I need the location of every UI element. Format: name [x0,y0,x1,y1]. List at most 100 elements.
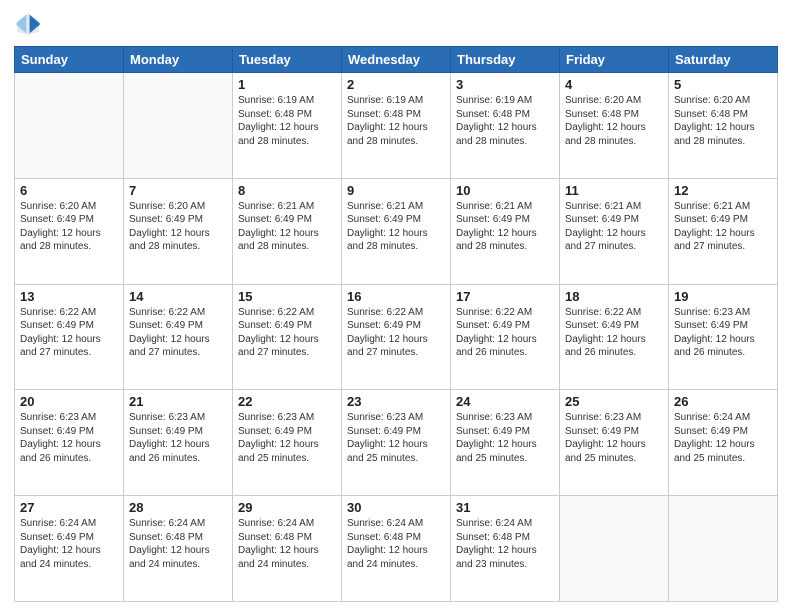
day-info: Sunrise: 6:19 AM Sunset: 6:48 PM Dayligh… [347,94,445,148]
day-number: 14 [129,289,227,304]
col-header-sunday: Sunday [15,47,124,73]
calendar-cell: 5Sunrise: 6:20 AM Sunset: 6:48 PM Daylig… [669,73,778,179]
calendar-cell: 24 Sunrise: 6:23 AM Sunset: 6:49 PM Dayli… [451,390,560,496]
day-number: 18 [565,289,663,304]
calendar-cell: 26Sunrise: 6:24 AM Sunset: 6:49 PM Dayli… [669,390,778,496]
day-number: 26 [674,394,772,409]
day-info: Sunrise: 6:24 AM Sunset: 6:48 PM Dayligh… [456,517,554,571]
calendar-cell: 17Sunrise: 6:22 AM Sunset: 6:49 PM Dayli… [451,284,560,390]
calendar-week-row: 13 Sunrise: 6:22 AM Sunset: 6:49 PM Dayli… [15,284,778,390]
day-number: 10 [456,183,554,198]
calendar-cell: 25 Sunrise: 6:23 AM Sunset: 6:49 PM Dayli… [560,390,669,496]
day-number: 25 [565,394,663,409]
day-info: Sunrise: 6:21 AM Sunset: 6:49 PM Dayligh… [456,200,554,254]
day-number: 4 [565,77,663,92]
calendar-cell: 23Sunrise: 6:23 AM Sunset: 6:49 PM Dayli… [342,390,451,496]
day-number: 9 [347,183,445,198]
day-info: Sunrise: 6:22 AM Sunset: 6:49 PM Dayligh… [20,306,118,360]
day-number: 19 [674,289,772,304]
day-number: 27 [20,500,118,515]
col-header-monday: Monday [124,47,233,73]
day-number: 2 [347,77,445,92]
day-info: Sunrise: 6:22 AM Sunset: 6:49 PM Dayligh… [565,306,663,360]
col-header-wednesday: Wednesday [342,47,451,73]
calendar-cell: 8Sunrise: 6:21 AM Sunset: 6:49 PM Daylig… [233,178,342,284]
day-number: 30 [347,500,445,515]
calendar-cell: 1 Sunrise: 6:19 AM Sunset: 6:48 PM Daylig… [233,73,342,179]
header [14,10,778,38]
day-number: 1 [238,77,336,92]
calendar-cell: 7Sunrise: 6:20 AM Sunset: 6:49 PM Daylig… [124,178,233,284]
day-info: Sunrise: 6:24 AM Sunset: 6:49 PM Dayligh… [20,517,118,571]
calendar-week-row: 20 Sunrise: 6:23 AM Sunset: 6:49 PM Dayli… [15,390,778,496]
calendar-week-row: 1 Sunrise: 6:19 AM Sunset: 6:48 PM Daylig… [15,73,778,179]
calendar-cell: 30 Sunrise: 6:24 AM Sunset: 6:48 PM Dayli… [342,496,451,602]
day-number: 7 [129,183,227,198]
col-header-saturday: Saturday [669,47,778,73]
day-info: Sunrise: 6:23 AM Sunset: 6:49 PM Dayligh… [565,411,663,465]
calendar-cell: 2 Sunrise: 6:19 AM Sunset: 6:48 PM Daylig… [342,73,451,179]
calendar-cell [124,73,233,179]
day-info: Sunrise: 6:24 AM Sunset: 6:48 PM Dayligh… [238,517,336,571]
day-info: Sunrise: 6:22 AM Sunset: 6:49 PM Dayligh… [238,306,336,360]
col-header-thursday: Thursday [451,47,560,73]
day-info: Sunrise: 6:21 AM Sunset: 6:49 PM Dayligh… [238,200,336,254]
calendar-cell: 29 Sunrise: 6:24 AM Sunset: 6:48 PM Dayli… [233,496,342,602]
calendar-cell: 19 Sunrise: 6:23 AM Sunset: 6:49 PM Dayli… [669,284,778,390]
day-number: 21 [129,394,227,409]
calendar-cell: 11 Sunrise: 6:21 AM Sunset: 6:49 PM Dayli… [560,178,669,284]
day-info: Sunrise: 6:21 AM Sunset: 6:49 PM Dayligh… [674,200,772,254]
calendar-cell [15,73,124,179]
day-number: 5 [674,77,772,92]
day-info: Sunrise: 6:23 AM Sunset: 6:49 PM Dayligh… [674,306,772,360]
col-header-tuesday: Tuesday [233,47,342,73]
calendar-week-row: 27 Sunrise: 6:24 AM Sunset: 6:49 PM Dayli… [15,496,778,602]
calendar-cell: 27 Sunrise: 6:24 AM Sunset: 6:49 PM Dayli… [15,496,124,602]
calendar-cell: 13 Sunrise: 6:22 AM Sunset: 6:49 PM Dayli… [15,284,124,390]
logo [14,10,46,38]
day-number: 31 [456,500,554,515]
day-info: Sunrise: 6:23 AM Sunset: 6:49 PM Dayligh… [238,411,336,465]
day-info: Sunrise: 6:20 AM Sunset: 6:48 PM Dayligh… [565,94,663,148]
col-header-friday: Friday [560,47,669,73]
day-number: 12 [674,183,772,198]
day-info: Sunrise: 6:21 AM Sunset: 6:49 PM Dayligh… [565,200,663,254]
day-number: 13 [20,289,118,304]
day-info: Sunrise: 6:19 AM Sunset: 6:48 PM Dayligh… [238,94,336,148]
calendar-cell: 4 Sunrise: 6:20 AM Sunset: 6:48 PM Daylig… [560,73,669,179]
day-number: 20 [20,394,118,409]
day-info: Sunrise: 6:23 AM Sunset: 6:49 PM Dayligh… [129,411,227,465]
day-number: 6 [20,183,118,198]
calendar-cell: 16Sunrise: 6:22 AM Sunset: 6:49 PM Dayli… [342,284,451,390]
day-info: Sunrise: 6:19 AM Sunset: 6:48 PM Dayligh… [456,94,554,148]
day-number: 24 [456,394,554,409]
day-number: 17 [456,289,554,304]
day-number: 23 [347,394,445,409]
day-info: Sunrise: 6:23 AM Sunset: 6:49 PM Dayligh… [456,411,554,465]
calendar-cell: 6 Sunrise: 6:20 AM Sunset: 6:49 PM Daylig… [15,178,124,284]
day-info: Sunrise: 6:20 AM Sunset: 6:49 PM Dayligh… [20,200,118,254]
calendar-cell [669,496,778,602]
calendar-cell: 21 Sunrise: 6:23 AM Sunset: 6:49 PM Dayli… [124,390,233,496]
calendar-cell: 12 Sunrise: 6:21 AM Sunset: 6:49 PM Dayli… [669,178,778,284]
calendar-cell: 3 Sunrise: 6:19 AM Sunset: 6:48 PM Daylig… [451,73,560,179]
day-number: 28 [129,500,227,515]
calendar-cell: 14 Sunrise: 6:22 AM Sunset: 6:49 PM Dayli… [124,284,233,390]
day-info: Sunrise: 6:24 AM Sunset: 6:48 PM Dayligh… [347,517,445,571]
calendar-cell: 10 Sunrise: 6:21 AM Sunset: 6:49 PM Dayli… [451,178,560,284]
day-info: Sunrise: 6:24 AM Sunset: 6:48 PM Dayligh… [129,517,227,571]
logo-icon [14,10,42,38]
day-number: 11 [565,183,663,198]
calendar-cell: 20Sunrise: 6:23 AM Sunset: 6:49 PM Dayli… [15,390,124,496]
day-info: Sunrise: 6:22 AM Sunset: 6:49 PM Dayligh… [129,306,227,360]
calendar: SundayMondayTuesdayWednesdayThursdayFrid… [14,46,778,602]
day-number: 29 [238,500,336,515]
calendar-week-row: 6 Sunrise: 6:20 AM Sunset: 6:49 PM Daylig… [15,178,778,284]
day-info: Sunrise: 6:22 AM Sunset: 6:49 PM Dayligh… [347,306,445,360]
day-number: 3 [456,77,554,92]
day-number: 15 [238,289,336,304]
calendar-cell: 9Sunrise: 6:21 AM Sunset: 6:49 PM Daylig… [342,178,451,284]
calendar-cell: 31 Sunrise: 6:24 AM Sunset: 6:48 PM Dayli… [451,496,560,602]
calendar-cell: 28 Sunrise: 6:24 AM Sunset: 6:48 PM Dayli… [124,496,233,602]
calendar-cell: 15 Sunrise: 6:22 AM Sunset: 6:49 PM Dayli… [233,284,342,390]
